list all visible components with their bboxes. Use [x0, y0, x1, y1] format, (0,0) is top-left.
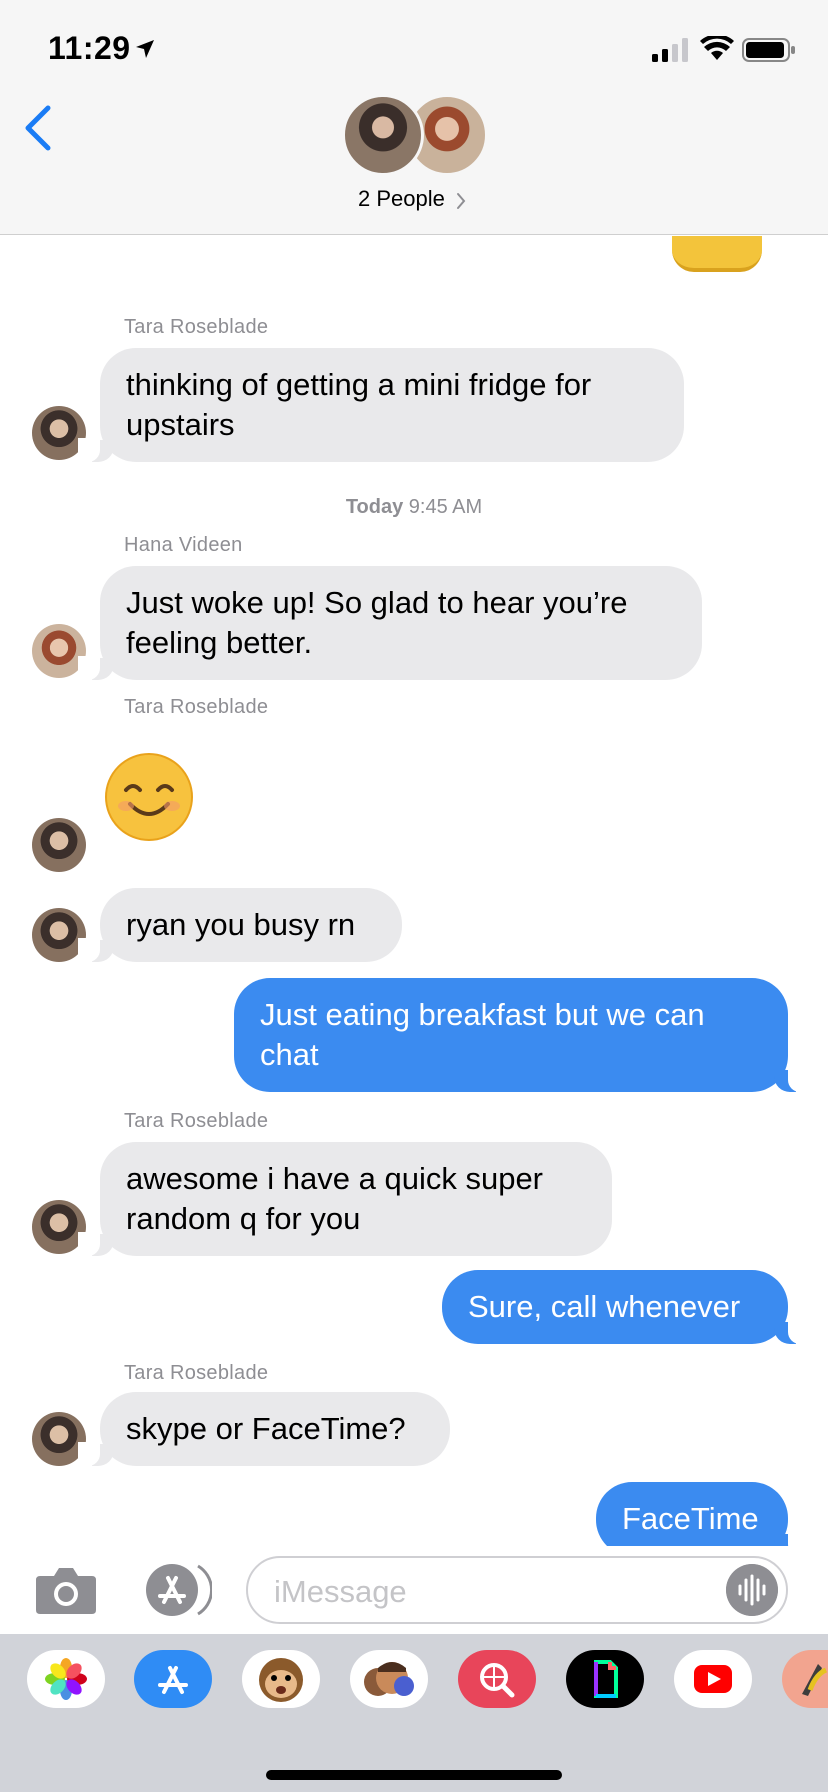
- sender-name: Tara Roseblade: [124, 1110, 269, 1132]
- location-arrow-icon: [136, 40, 154, 58]
- back-chevron-icon[interactable]: [22, 104, 54, 152]
- sender-name: Hana Videen: [124, 534, 243, 556]
- incoming-message[interactable]: Just woke up! So glad to hear you’re fee…: [78, 566, 702, 680]
- message-input-placeholder: iMessage: [274, 1574, 407, 1609]
- outgoing-message[interactable]: Just eating breakfast but we can chat: [234, 978, 810, 1092]
- sender-name: Tara Roseblade: [124, 316, 269, 338]
- sender-name: Tara Roseblade: [124, 1362, 269, 1384]
- chevron-right-icon: [457, 193, 466, 209]
- app-store-icon[interactable]: [134, 1650, 212, 1708]
- conversation-header: 11:29 2 People: [0, 0, 828, 235]
- web-search-icon[interactable]: [458, 1650, 536, 1708]
- incoming-message[interactable]: awesome i have a quick super random q fo…: [78, 1142, 612, 1256]
- camera-icon[interactable]: [34, 1564, 98, 1616]
- message-input[interactable]: iMessage: [246, 1556, 788, 1624]
- wifi-icon: [700, 36, 734, 60]
- outgoing-message[interactable]: Sure, call whenever: [442, 1270, 810, 1344]
- avatar-tara: [342, 94, 424, 176]
- outgoing-message[interactable]: FaceTime: [596, 1482, 810, 1546]
- animoji-icon[interactable]: [242, 1650, 320, 1708]
- message-thread[interactable]: Tara Roseblade thinking of getting a min…: [0, 236, 828, 1546]
- smiling-face-emoji[interactable]: [104, 752, 194, 842]
- group-people-label[interactable]: 2 People: [358, 186, 445, 212]
- incoming-message[interactable]: skype or FaceTime?: [78, 1392, 450, 1466]
- gif-icon[interactable]: [566, 1650, 644, 1708]
- timestamp: Today 9:45 AM: [0, 496, 828, 519]
- timestamp-day: Today: [345, 496, 404, 518]
- music-app-icon[interactable]: [782, 1650, 828, 1708]
- imessage-app-drawer: [0, 1634, 828, 1792]
- group-avatars[interactable]: [342, 94, 488, 176]
- home-indicator[interactable]: [266, 1770, 562, 1780]
- thumbs-up-emoji-partial: [672, 236, 762, 272]
- cellular-signal-icon: [652, 38, 688, 62]
- audio-message-icon[interactable]: [726, 1564, 778, 1616]
- incoming-message[interactable]: ryan you busy rn: [78, 888, 402, 962]
- memoji-stickers-icon[interactable]: [350, 1650, 428, 1708]
- status-time: 11:29: [48, 30, 131, 66]
- compose-bar: iMessage: [0, 1546, 828, 1634]
- sender-name: Tara Roseblade: [124, 696, 269, 718]
- timestamp-time: 9:45 AM: [408, 496, 483, 518]
- battery-icon: [742, 38, 795, 62]
- app-store-icon[interactable]: [140, 1562, 212, 1618]
- incoming-message[interactable]: thinking of getting a mini fridge for up…: [78, 348, 684, 462]
- youtube-icon[interactable]: [674, 1650, 752, 1708]
- photos-icon[interactable]: [27, 1650, 105, 1708]
- avatar: [32, 818, 86, 872]
